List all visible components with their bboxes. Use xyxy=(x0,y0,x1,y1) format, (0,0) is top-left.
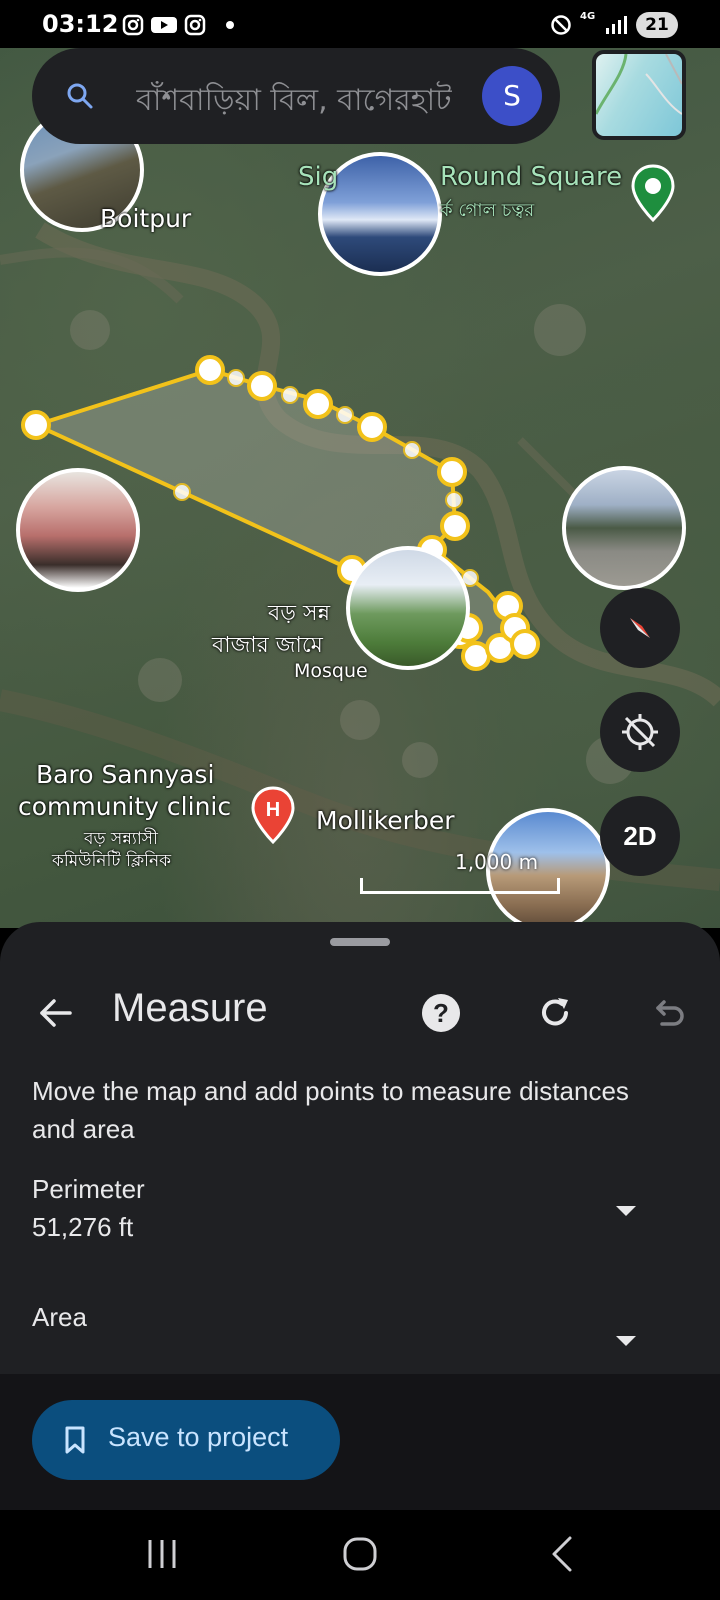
save-to-project-label: Save to project xyxy=(108,1422,289,1452)
photo-thumbnail[interactable] xyxy=(346,546,470,670)
avatar[interactable]: S xyxy=(482,66,542,126)
system-nav-bar xyxy=(0,1510,720,1600)
area-label: Area xyxy=(32,1302,87,1332)
back-arrow-icon[interactable] xyxy=(34,992,76,1034)
photo-thumbnail[interactable] xyxy=(562,466,686,590)
undo-icon[interactable] xyxy=(646,992,688,1034)
compass-button[interactable] xyxy=(600,588,680,668)
search-input[interactable]: বাঁশবাড়িয়া বিল, বাগেরহাট xyxy=(136,76,486,116)
youtube-icon xyxy=(151,17,177,33)
recent-apps-icon[interactable] xyxy=(142,1534,182,1574)
place-label[interactable]: Baro Sannyasi xyxy=(36,760,214,789)
refresh-icon[interactable] xyxy=(534,992,576,1034)
search-icon xyxy=(67,83,93,109)
instagram-icon xyxy=(122,14,144,36)
instructions-text: Move the map and add points to measure d… xyxy=(32,1076,629,1144)
battery-indicator: 21 xyxy=(636,12,678,38)
photo-thumbnail[interactable] xyxy=(16,468,140,592)
chevron-down-icon[interactable] xyxy=(614,1204,638,1218)
place-label[interactable]: Boitpur xyxy=(100,204,191,233)
place-label[interactable]: Sig xyxy=(298,162,338,192)
chevron-down-icon[interactable] xyxy=(614,1334,638,1348)
svg-text:?: ? xyxy=(433,998,449,1028)
instagram-icon xyxy=(184,14,206,36)
drag-handle[interactable] xyxy=(330,938,390,946)
location-button[interactable] xyxy=(600,692,680,772)
bookmark-icon xyxy=(65,1426,85,1454)
dnd-icon xyxy=(551,15,571,35)
scale-bar xyxy=(360,878,560,894)
place-label[interactable]: community clinic xyxy=(18,792,231,821)
location-off-icon xyxy=(622,714,658,750)
back-icon[interactable] xyxy=(544,1534,584,1574)
place-label[interactable]: র্ক গোল চত্বর xyxy=(440,196,534,227)
layers-minimap[interactable] xyxy=(592,50,686,140)
2d-toggle-button[interactable]: 2D xyxy=(600,796,680,876)
page-title: Measure xyxy=(112,986,268,1030)
minimap-icon xyxy=(596,54,682,115)
home-icon[interactable] xyxy=(340,1534,380,1574)
2d-label: 2D xyxy=(623,820,657,851)
signal-icon xyxy=(606,16,627,34)
place-label[interactable]: Mollikerber xyxy=(316,806,454,835)
save-to-project-button[interactable]: Save to project xyxy=(32,1400,340,1480)
search-bar[interactable]: বাঁশবাড়িয়া বিল, বাগেরহাট S xyxy=(32,48,560,144)
hospital-pin-icon[interactable]: H xyxy=(250,786,296,844)
status-time: 03:12 xyxy=(42,10,119,38)
perimeter-label: Perimeter xyxy=(32,1174,145,1204)
network-type: 4G xyxy=(580,11,596,22)
map-view[interactable]: বাঁশবাড়িয়া বিল, বাগেরহাট S Boitpur Sig… xyxy=(0,48,720,928)
notification-dot xyxy=(226,21,234,29)
place-label[interactable]: Round Square xyxy=(440,162,622,192)
compass-icon xyxy=(630,618,650,638)
place-label[interactable]: কমিউনিটি ক্লিনিক xyxy=(52,848,171,876)
svg-text:H: H xyxy=(266,799,280,821)
scale-label: 1,000 m xyxy=(455,850,539,874)
help-icon[interactable]: ? xyxy=(420,992,462,1034)
status-bar: 03:12 4G 21 xyxy=(0,0,720,48)
place-label[interactable]: Mosque xyxy=(294,660,368,682)
perimeter-value: 51,276 ft xyxy=(32,1212,134,1242)
place-pin-icon[interactable] xyxy=(630,164,676,222)
